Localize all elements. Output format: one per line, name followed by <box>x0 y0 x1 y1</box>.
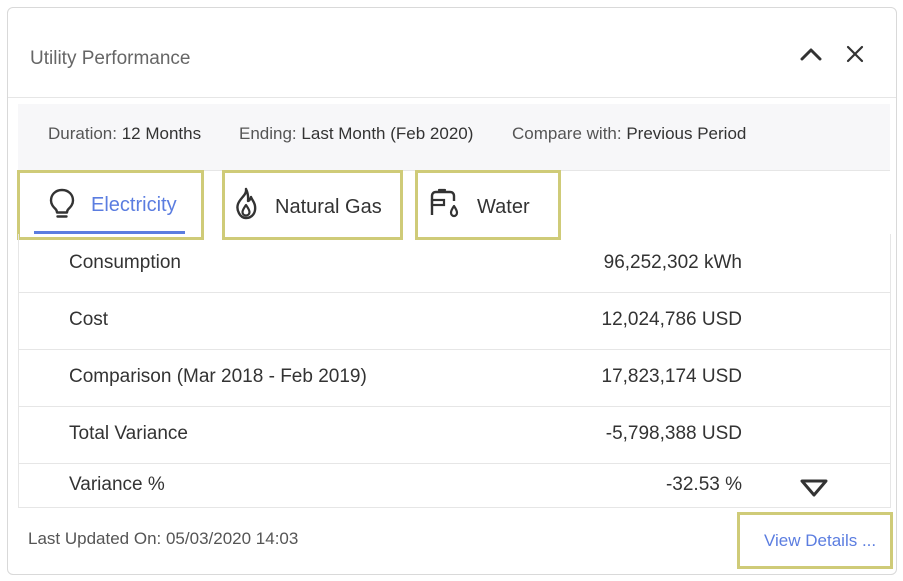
metric-value: 12,024,786 USD <box>601 309 743 330</box>
faucet-icon <box>430 188 459 218</box>
duration-label: Duration: <box>48 124 117 143</box>
table-row: Total Variance -5,798,388 USD <box>19 407 890 464</box>
duration-filter[interactable]: Duration: 12 Months <box>48 124 201 144</box>
compare-value: Previous Period <box>626 124 747 143</box>
metric-label: Total Variance <box>69 423 188 444</box>
collapse-button[interactable] <box>799 42 823 66</box>
chevron-up-icon <box>800 48 822 61</box>
tab-electricity[interactable]: Electricity <box>17 170 204 240</box>
tab-electricity-label: Electricity <box>91 194 177 216</box>
header-divider <box>8 97 896 98</box>
tab-water-label: Water <box>477 196 530 218</box>
tab-water[interactable]: Water <box>415 170 561 240</box>
triangle-down-icon <box>800 479 828 497</box>
duration-value: 12 Months <box>121 124 202 143</box>
table-row: Comparison (Mar 2018 - Feb 2019) 17,823,… <box>19 350 890 407</box>
tab-natural-gas-label: Natural Gas <box>275 196 382 218</box>
metric-label: Consumption <box>69 252 181 273</box>
filter-bar: Duration: 12 Months Ending: Last Month (… <box>18 104 890 171</box>
view-details-label: View Details ... <box>764 531 877 550</box>
view-details-link[interactable]: View Details ... <box>737 512 893 569</box>
ending-label: Ending: <box>239 124 297 143</box>
lightbulb-icon <box>49 188 75 218</box>
metric-label: Variance % <box>69 474 165 495</box>
ending-filter[interactable]: Ending: Last Month (Feb 2020) <box>239 124 473 144</box>
metrics-table: Consumption 96,252,302 kWh Cost 12,024,7… <box>18 234 891 508</box>
metric-value: -5,798,388 USD <box>605 423 742 444</box>
close-icon <box>846 45 864 63</box>
last-updated-text: Last Updated On: 05/03/2020 14:03 <box>28 529 299 548</box>
panel-title: Utility Performance <box>30 48 191 69</box>
flame-icon <box>236 187 257 220</box>
metric-label: Cost <box>69 309 109 330</box>
metric-value: 17,823,174 USD <box>601 366 743 387</box>
table-row: Consumption 96,252,302 kWh <box>19 234 890 293</box>
table-row: Cost 12,024,786 USD <box>19 293 890 350</box>
compare-filter[interactable]: Compare with: Previous Period <box>512 124 746 144</box>
table-row: Variance % -32.53 % <box>19 464 890 508</box>
close-button[interactable] <box>843 42 867 66</box>
compare-label: Compare with: <box>512 124 622 143</box>
ending-value: Last Month (Feb 2020) <box>301 124 474 143</box>
metric-value: 96,252,302 kWh <box>603 252 742 273</box>
metric-value: -32.53 % <box>665 474 742 495</box>
metric-label: Comparison (Mar 2018 - Feb 2019) <box>69 366 367 387</box>
tab-natural-gas[interactable]: Natural Gas <box>222 170 403 240</box>
utility-performance-panel: Utility Performance Duration: 12 Months … <box>7 7 897 575</box>
